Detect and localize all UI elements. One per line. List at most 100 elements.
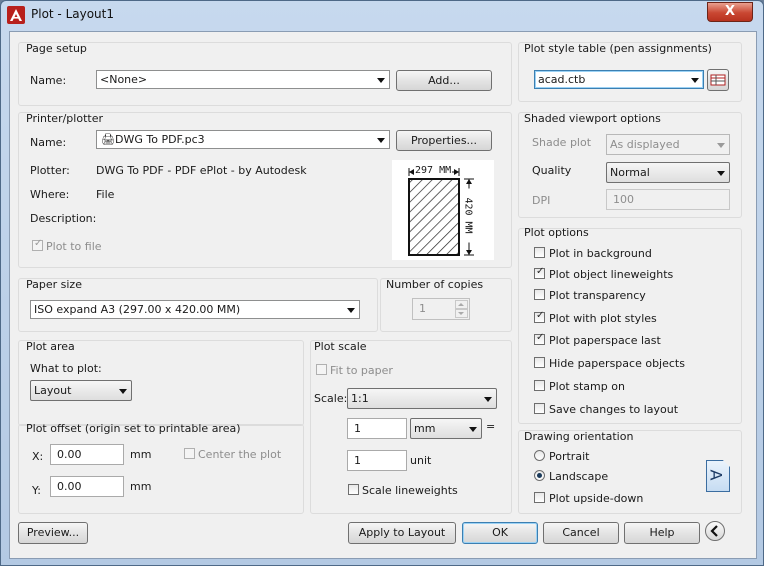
checkmark-icon: ✓ [536, 266, 545, 277]
plot-options-title: Plot options [524, 226, 589, 239]
chevron-down-icon [119, 389, 127, 394]
properties-button[interactable]: Properties... [396, 130, 492, 151]
chevron-down-icon [458, 312, 464, 315]
autocad-logo-icon [7, 6, 25, 24]
collapse-options-button[interactable] [705, 521, 725, 541]
shade-plot-combo[interactable]: As displayed [606, 134, 730, 155]
what-to-plot-label: What to plot: [30, 362, 102, 375]
printer-plotter-title: Printer/plotter [26, 112, 103, 125]
scale-value1-input[interactable]: 1 [347, 418, 407, 439]
plot-in-background-label: Plot in background [549, 247, 652, 260]
paper-size-title: Paper size [26, 278, 82, 291]
offset-x-unit: mm [130, 448, 152, 461]
plot-with-plot-styles-label: Plot with plot styles [549, 312, 657, 325]
plot-scale-title: Plot scale [314, 340, 367, 353]
shade-plot-value: As displayed [610, 138, 680, 151]
scale-unit-value: mm [414, 422, 436, 435]
plot-offset-group [18, 424, 304, 514]
ok-button[interactable]: OK [462, 522, 538, 544]
preview-button[interactable]: Preview... [18, 522, 88, 544]
plotter-label: Plotter: [30, 164, 70, 177]
description-label: Description: [30, 212, 97, 225]
chevron-up-icon [458, 303, 464, 306]
plot-to-file-label: Plot to file [46, 240, 102, 253]
quality-combo[interactable]: Normal [606, 162, 730, 183]
plot-transparency-checkbox[interactable] [534, 289, 545, 300]
copies-value: 1 [419, 302, 426, 315]
printer-name-combo[interactable]: 🖨DWG To PDF.pc3 [96, 130, 390, 149]
chevron-down-icon [484, 397, 492, 402]
landscape-label: Landscape [549, 470, 609, 483]
plot-paperspace-last-label: Plot paperspace last [549, 334, 661, 347]
what-to-plot-combo[interactable]: Layout [30, 380, 132, 401]
paper-size-combo[interactable]: ISO expand A3 (297.00 x 420.00 MM) [30, 300, 360, 319]
orientation-preview-icon: A [706, 460, 730, 492]
pen-table-value: acad.ctb [538, 73, 586, 86]
dpi-input[interactable]: 100 [606, 189, 730, 210]
apply-to-layout-button[interactable]: Apply to Layout [348, 522, 456, 544]
offset-y-input[interactable]: 0.00 [50, 476, 124, 497]
page-setup-name-combo[interactable]: <None> [96, 70, 390, 89]
plot-with-plot-styles-checkbox[interactable]: ✓ [534, 310, 545, 323]
scale-lineweights-checkbox[interactable] [348, 484, 359, 495]
copies-spinner[interactable]: 1 [412, 298, 470, 320]
offset-x-input[interactable]: 0.00 [50, 444, 124, 465]
where-label: Where: [30, 188, 70, 201]
page-setup-title: Page setup [26, 42, 87, 55]
where-value: File [96, 188, 115, 201]
plot-to-file-checkbox[interactable]: ✓ [32, 238, 43, 251]
hide-paperspace-objects-label: Hide paperspace objects [549, 357, 685, 370]
cancel-button[interactable]: Cancel [543, 522, 619, 544]
scale-label: Scale: [314, 392, 348, 405]
title-bar[interactable]: Plot - Layout1 X [1, 1, 763, 29]
plot-upside-down-checkbox[interactable] [534, 492, 545, 503]
plot-upside-down-label: Plot upside-down [549, 492, 644, 505]
dpi-label: DPI [532, 194, 551, 207]
chevron-down-icon [469, 427, 477, 432]
chevron-down-icon [691, 78, 699, 83]
checkmark-icon: ✓ [34, 238, 43, 249]
radio-selected-dot [537, 473, 542, 478]
scale-value2-input[interactable]: 1 [347, 450, 407, 471]
scale-unit-combo[interactable]: mm [410, 418, 482, 439]
pen-table-combo[interactable]: acad.ctb [534, 70, 704, 89]
chevron-down-icon [717, 171, 725, 176]
paper-size-value: ISO expand A3 (297.00 x 420.00 MM) [34, 303, 241, 316]
plot-paperspace-last-checkbox[interactable]: ✓ [534, 332, 545, 345]
offset-y-unit: mm [130, 480, 152, 493]
save-changes-to-layout-checkbox[interactable] [534, 403, 545, 414]
shade-plot-label: Shade plot [532, 136, 592, 149]
spin-up-button[interactable] [455, 300, 468, 309]
portrait-radio[interactable] [534, 450, 545, 461]
help-button[interactable]: Help [624, 522, 700, 544]
quality-value: Normal [610, 166, 650, 179]
paper-height-label: 420 MM [462, 188, 474, 243]
plot-area-title: Plot area [26, 340, 75, 353]
portrait-label: Portrait [549, 450, 590, 463]
landscape-radio[interactable] [534, 470, 545, 481]
scale-combo[interactable]: 1:1 [347, 388, 497, 409]
spin-down-button[interactable] [455, 309, 468, 318]
plotter-value: DWG To PDF - PDF ePlot - by Autodesk [96, 164, 307, 177]
chevron-down-icon [717, 143, 725, 148]
offset-x-label: X: [32, 450, 44, 463]
fit-to-paper-checkbox[interactable] [316, 364, 327, 375]
center-plot-checkbox[interactable] [184, 448, 195, 459]
plot-in-background-checkbox[interactable] [534, 247, 545, 258]
printer-icon: 🖨 [101, 133, 115, 146]
scale-unit2-label: unit [410, 454, 432, 467]
center-plot-label: Center the plot [198, 448, 282, 461]
shaded-viewport-title: Shaded viewport options [524, 112, 661, 125]
chevron-down-icon [347, 308, 355, 313]
hide-paperspace-objects-checkbox[interactable] [534, 357, 545, 368]
chevron-left-icon [710, 525, 718, 537]
pen-table-edit-button[interactable] [707, 69, 729, 91]
close-button[interactable]: X [707, 2, 753, 22]
plot-object-lineweights-checkbox[interactable]: ✓ [534, 266, 545, 279]
add-button[interactable]: Add... [396, 70, 492, 91]
chevron-down-icon [377, 138, 385, 143]
plot-stamp-on-checkbox[interactable] [534, 380, 545, 391]
plot-dialog-window: Plot - Layout1 X Page setup Name: <None>… [0, 0, 764, 566]
chevron-down-icon [377, 78, 385, 83]
paper-preview: 297 MM 420 MM [392, 160, 494, 260]
